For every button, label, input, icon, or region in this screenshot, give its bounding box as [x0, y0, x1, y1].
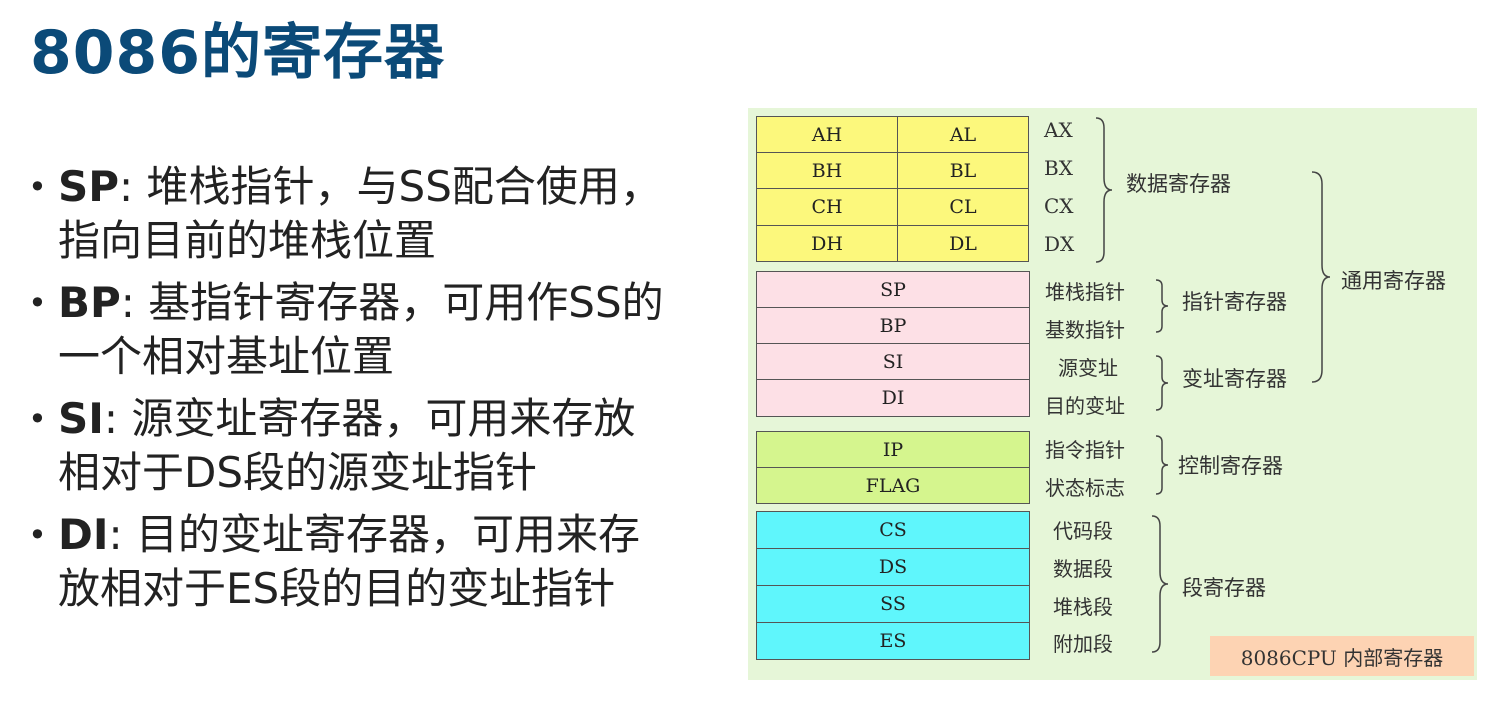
register-desc-ip: 指令指针 [1045, 438, 1125, 462]
group-label-index: 变址寄存器 [1182, 367, 1287, 391]
bullet-di: • DI: 目的变址寄存器，可用来存 放相对于ES段的目的变址指针 [28, 508, 728, 616]
brace-control-icon [1155, 435, 1169, 495]
bullet-key: SI [58, 394, 104, 443]
register-si: SI [756, 343, 1030, 380]
bullet-text-cont: 指向目前的堆栈位置 [58, 216, 437, 265]
register-desc-bp: 基数指针 [1045, 318, 1125, 342]
register-desc-sp: 堆栈指针 [1045, 280, 1125, 304]
register-ss: SS [756, 585, 1030, 623]
register-desc-ds: 数据段 [1053, 557, 1113, 581]
group-label-control: 控制寄存器 [1178, 454, 1283, 478]
bullet-text: : 目的变址寄存器，可用来存 [108, 510, 641, 559]
bullet-dot-icon: • [28, 168, 47, 206]
register-ah: AH [756, 116, 898, 153]
group-label-pointer: 指针寄存器 [1182, 290, 1287, 314]
bullet-si: • SI: 源变址寄存器，可用来存放 相对于DS段的源变址指针 [28, 392, 728, 500]
register-name-ax: AX [1044, 118, 1073, 142]
bullet-key: BP [58, 278, 121, 327]
register-sp: SP [756, 271, 1030, 308]
register-desc-es: 附加段 [1053, 632, 1113, 656]
register-desc-ss: 堆栈段 [1053, 595, 1113, 619]
register-name-cx: CX [1044, 194, 1074, 218]
register-al: AL [897, 116, 1029, 153]
register-bl: BL [897, 152, 1029, 189]
bullet-text: : 堆栈指针，与SS配合使用， [119, 162, 662, 211]
brace-segment-icon [1151, 515, 1169, 653]
register-desc-si: 源变址 [1058, 356, 1118, 380]
bullet-text-cont: 一个相对基址位置 [58, 332, 395, 381]
register-flag: FLAG [756, 467, 1030, 504]
bullet-list: • SP: 堆栈指针，与SS配合使用， 指向目前的堆栈位置 • BP: 基指针寄… [28, 160, 728, 624]
register-diagram: AH AL BH BL CH CL DH DL AX BX CX DX SP B… [748, 108, 1477, 680]
brace-general-icon [1311, 171, 1331, 383]
bullet-text: : 基指针寄存器，可用作SS的 [120, 278, 664, 327]
bullet-key: DI [58, 510, 109, 559]
page-title: 8086的寄存器 [30, 18, 445, 88]
register-cs: CS [756, 511, 1030, 549]
bullet-key: SP [58, 162, 120, 211]
register-bp: BP [756, 307, 1030, 344]
brace-index-icon [1155, 355, 1169, 411]
bullet-dot-icon: • [28, 284, 47, 322]
group-label-segment: 段寄存器 [1182, 576, 1266, 600]
bullet-text: : 源变址寄存器，可用来存放 [103, 394, 636, 443]
register-ch: CH [756, 188, 898, 226]
register-ip: IP [756, 431, 1030, 468]
bullet-bp: • BP: 基指针寄存器，可用作SS的 一个相对基址位置 [28, 276, 728, 384]
register-dl: DL [897, 225, 1029, 262]
register-name-dx: DX [1044, 232, 1075, 256]
bullet-dot-icon: • [28, 400, 47, 438]
register-es: ES [756, 622, 1030, 660]
register-name-bx: BX [1044, 156, 1073, 180]
register-desc-cs: 代码段 [1053, 519, 1113, 543]
register-ds: DS [756, 548, 1030, 586]
bullet-dot-icon: • [28, 516, 47, 554]
diagram-caption: 8086CPU 内部寄存器 [1210, 636, 1474, 676]
register-bh: BH [756, 152, 898, 189]
register-desc-flag: 状态标志 [1045, 476, 1125, 500]
brace-data-icon [1095, 117, 1113, 263]
bullet-sp: • SP: 堆栈指针，与SS配合使用， 指向目前的堆栈位置 [28, 160, 728, 268]
group-label-general: 通用寄存器 [1341, 269, 1446, 293]
group-label-data: 数据寄存器 [1126, 172, 1231, 196]
register-di: DI [756, 379, 1030, 417]
brace-pointer-icon [1155, 279, 1169, 333]
bullet-text-cont: 放相对于ES段的目的变址指针 [58, 564, 616, 613]
register-dh: DH [756, 225, 898, 262]
bullet-text-cont: 相对于DS段的源变址指针 [58, 448, 538, 497]
register-desc-di: 目的变址 [1045, 394, 1125, 418]
register-cl: CL [897, 188, 1029, 226]
